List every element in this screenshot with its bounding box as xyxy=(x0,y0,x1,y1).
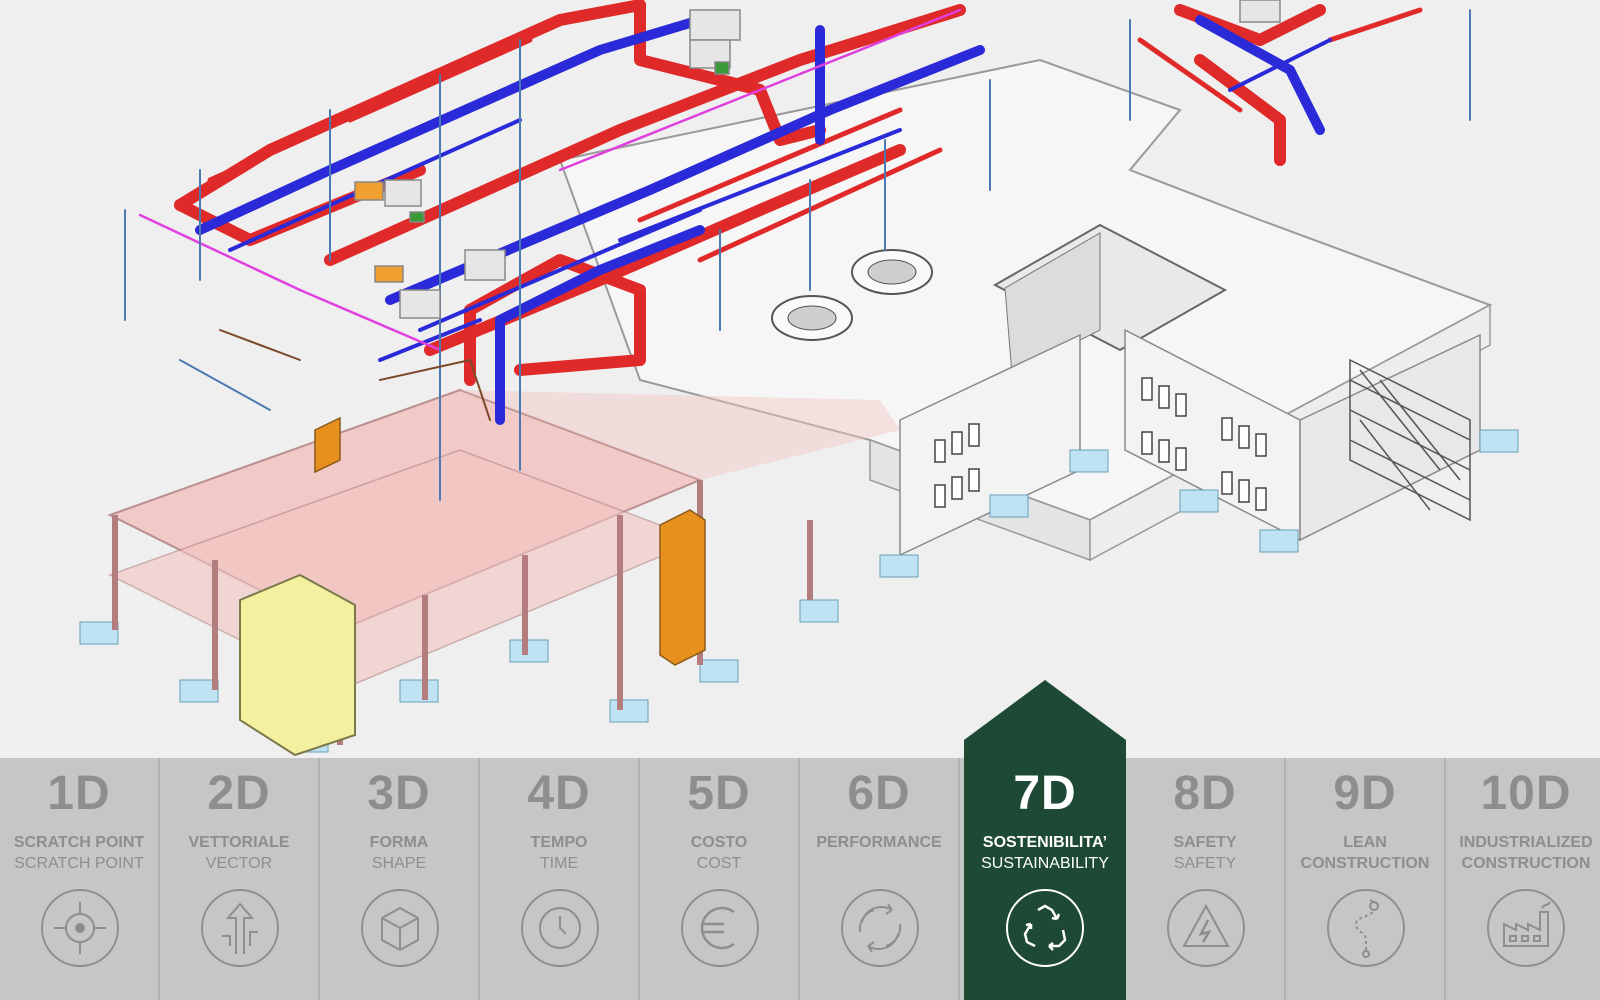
dimension-code: 10D xyxy=(1480,767,1572,820)
dimension-code: 9D xyxy=(1333,767,1397,820)
dimension-code: 6D xyxy=(847,767,911,820)
dimension-label-it: LEAN xyxy=(1343,834,1387,851)
dimension-label-en: SCRATCH POINT xyxy=(14,855,144,872)
dimension-label-en: SUSTAINABILITY xyxy=(981,855,1109,872)
dimension-label-en: CONSTRUCTION xyxy=(1300,855,1430,872)
clock-icon xyxy=(521,889,599,967)
dimension-label-it: SCRATCH POINT xyxy=(13,834,145,851)
bim-model-illustration xyxy=(0,0,1600,758)
dimension-label-it: COSTO xyxy=(690,834,748,851)
euro-icon xyxy=(681,889,759,967)
dimension-code: 8D xyxy=(1173,767,1237,820)
dimension-label-it: PERFORMANCE xyxy=(816,834,942,851)
dimension-code: 4D xyxy=(527,767,591,820)
factory-icon xyxy=(1487,889,1565,967)
dimension-label-it: SOSTENIBILITA’ xyxy=(982,834,1108,851)
dimension-tile-9d[interactable]: 9D LEAN CONSTRUCTION xyxy=(1286,758,1446,1000)
dimension-tile-1d[interactable]: 1D SCRATCH POINT SCRATCH POINT xyxy=(0,758,160,1000)
dimension-code: 1D xyxy=(47,767,111,820)
dimension-code: 2D xyxy=(207,767,271,820)
dimension-code: 7D xyxy=(1013,767,1077,820)
dimension-label-en: SHAPE xyxy=(371,855,427,872)
direction-arrows-icon xyxy=(201,889,279,967)
bim-dimensions-bar: 1D SCRATCH POINT SCRATCH POINT 2D VETTOR… xyxy=(0,758,1600,1000)
cycle-arrows-icon xyxy=(841,889,919,967)
high-voltage-icon xyxy=(1167,889,1245,967)
dimension-tile-7d[interactable]: 7D SOSTENIBILITA’ SUSTAINABILITY xyxy=(964,758,1126,1000)
dimension-tile-10d[interactable]: 10D INDUSTRIALIZED CONSTRUCTION xyxy=(1446,758,1600,1000)
active-tab-pointer xyxy=(964,680,1126,760)
dimension-label-en: SAFETY xyxy=(1173,855,1237,872)
cube-icon xyxy=(361,889,439,967)
target-icon xyxy=(41,889,119,967)
dimension-label-en: TIME xyxy=(539,855,579,872)
route-icon xyxy=(1327,889,1405,967)
dimension-tile-6d[interactable]: 6D PERFORMANCE xyxy=(800,758,960,1000)
dimension-tile-5d[interactable]: 5D COSTO COST xyxy=(640,758,800,1000)
dimension-code: 3D xyxy=(367,767,431,820)
dimension-tile-3d[interactable]: 3D FORMA SHAPE xyxy=(320,758,480,1000)
dimension-label-it: TEMPO xyxy=(530,834,588,851)
dimension-label-en: COST xyxy=(696,855,742,872)
dimension-label-en: CONSTRUCTION xyxy=(1461,855,1591,872)
dimension-tile-2d[interactable]: 2D VETTORIALE VECTOR xyxy=(160,758,320,1000)
dimension-tile-8d[interactable]: 8D SAFETY SAFETY xyxy=(1126,758,1286,1000)
dimension-label-it: VETTORIALE xyxy=(188,834,290,851)
dimension-label-it: INDUSTRIALIZED xyxy=(1459,834,1593,851)
dimension-code: 5D xyxy=(687,767,751,820)
recycle-icon xyxy=(1006,889,1084,967)
dimension-label-it: SAFETY xyxy=(1173,834,1237,851)
dimension-label-it: FORMA xyxy=(369,834,429,851)
dimension-tile-4d[interactable]: 4D TEMPO TIME xyxy=(480,758,640,1000)
dimension-label-en: VECTOR xyxy=(205,855,273,872)
